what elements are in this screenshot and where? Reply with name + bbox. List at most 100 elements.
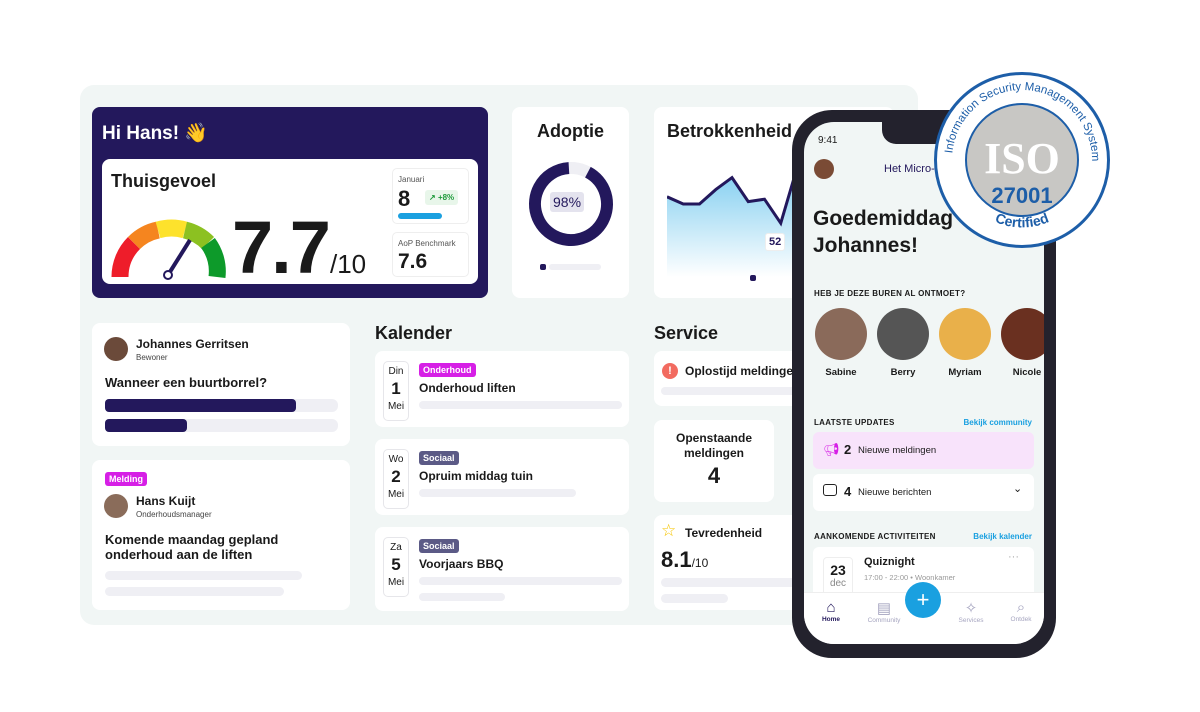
poll-option-1[interactable] bbox=[105, 399, 338, 412]
nav-label: Home bbox=[821, 616, 841, 623]
event-day: Din bbox=[388, 366, 404, 377]
update-berichten[interactable]: 4 Nieuwe berichten ⌄ bbox=[813, 474, 1034, 511]
arrow-up-right-icon: ↗ bbox=[429, 193, 438, 202]
thuisgevoel-title: Thuisgevoel bbox=[111, 171, 217, 191]
update-label: Nieuwe meldingen bbox=[858, 445, 937, 456]
event-day: Za bbox=[390, 542, 402, 553]
openstaande-value: 4 bbox=[707, 463, 721, 488]
poll-card: Johannes Gerritsen Bewoner Wanneer een b… bbox=[92, 323, 350, 446]
event-tag: Sociaal bbox=[419, 451, 459, 465]
activity-time: 17:00 - 22:00 • Woonkamer bbox=[864, 573, 956, 582]
event-title: Onderhoud liften bbox=[419, 381, 516, 395]
event-title: Opruim middag tuin bbox=[419, 469, 533, 483]
event-month: Mei bbox=[387, 489, 405, 500]
nav-community[interactable]: ▤ Community bbox=[862, 599, 906, 624]
melding-tag: Melding bbox=[105, 472, 147, 486]
neighbour-name[interactable]: Nicole bbox=[995, 367, 1044, 378]
more-icon[interactable]: ··· bbox=[1008, 551, 1019, 563]
nav-ontdek[interactable]: ⌕ Ontdek bbox=[1004, 599, 1038, 623]
kalender-title: Kalender bbox=[375, 323, 453, 343]
nav-services[interactable]: ✧ Services bbox=[954, 599, 988, 624]
neighbour-name[interactable]: Myriam bbox=[933, 367, 997, 378]
star-icon: ☆ bbox=[661, 521, 677, 540]
event-date-number: 2 bbox=[391, 467, 401, 486]
neighbour-avatar[interactable] bbox=[939, 308, 991, 360]
bekijk-community-link[interactable]: Bekijk community bbox=[964, 418, 1032, 427]
activity-title: Quiznight bbox=[864, 556, 915, 568]
nav-home[interactable]: ⌂ Home bbox=[814, 599, 848, 623]
engagement-chart bbox=[667, 167, 799, 277]
update-count: 4 bbox=[844, 484, 852, 499]
nav-label: Community bbox=[867, 617, 901, 624]
adoptie-title: Adoptie bbox=[537, 121, 604, 141]
neighbour-avatar[interactable] bbox=[815, 308, 867, 360]
calendar-event[interactable]: Din 1 Mei Onderhoud Onderhoud liften bbox=[375, 351, 629, 427]
pager-dot bbox=[750, 275, 756, 281]
event-date: Wo 2 Mei bbox=[383, 449, 409, 509]
profile-avatar[interactable] bbox=[814, 159, 834, 179]
event-date: Za 5 Mei bbox=[383, 537, 409, 597]
event-month: Mei bbox=[387, 401, 405, 412]
poll-author: Johannes Gerritsen bbox=[136, 337, 249, 351]
month-label: Januari bbox=[398, 175, 425, 184]
calendar-event[interactable]: Wo 2 Mei Sociaal Opruim middag tuin bbox=[375, 439, 629, 515]
chevron-down-icon[interactable]: ⌄ bbox=[1013, 482, 1022, 495]
iso-mark: ISO bbox=[984, 134, 1060, 183]
placeholder-line bbox=[419, 401, 622, 409]
event-day: Wo bbox=[388, 454, 404, 465]
update-label: Nieuwe berichten bbox=[858, 487, 932, 498]
calendar-event[interactable]: Za 5 Mei Sociaal Voorjaars BBQ bbox=[375, 527, 629, 611]
alert-icon: ! bbox=[662, 363, 678, 379]
placeholder-line bbox=[419, 489, 576, 497]
poll-option-2[interactable] bbox=[105, 419, 338, 432]
iso-27001-seal: Information Security Management System I… bbox=[934, 72, 1110, 248]
tevredenheid-scale: /10 bbox=[691, 556, 709, 570]
event-date-number: 1 bbox=[391, 379, 401, 398]
add-button[interactable]: + bbox=[905, 582, 941, 618]
betrokkenheid-title: Betrokkenheid bbox=[667, 121, 793, 141]
month-card: Januari 8 ↗ +8% bbox=[392, 168, 469, 224]
melding-message: Komende maandag gepland onderhoud aan de… bbox=[105, 532, 279, 562]
activity-month: dec bbox=[829, 578, 847, 589]
neighbour-avatar[interactable] bbox=[877, 308, 929, 360]
neighbours-title: HEB JE DEZE BUREN AL ONTMOET? bbox=[814, 289, 966, 298]
openstaande-card: Openstaande meldingen 4 bbox=[654, 420, 774, 502]
community-icon: ▤ bbox=[876, 600, 892, 617]
tevredenheid-label: Tevredenheid bbox=[685, 526, 763, 540]
adoptie-value: 98% bbox=[550, 192, 585, 212]
placeholder-line bbox=[419, 593, 505, 601]
megaphone-icon: 📢︎ bbox=[823, 442, 840, 457]
nav-label: Services bbox=[958, 617, 984, 624]
neighbour-name[interactable]: Sabine bbox=[809, 367, 873, 378]
welcome-card: Hi Hans! 👋 Thuisgevoel 7.7 /10 Januari 8… bbox=[92, 107, 488, 298]
search-icon: ⌕ bbox=[1016, 599, 1026, 616]
placeholder-line bbox=[661, 594, 728, 603]
pager-track bbox=[549, 264, 601, 270]
month-value: 8 bbox=[398, 186, 411, 211]
neighbour-name[interactable]: Berry bbox=[871, 367, 935, 378]
update-meldingen[interactable]: 📢︎ 2 Nieuwe meldingen bbox=[813, 432, 1034, 469]
services-icon: ✧ bbox=[964, 600, 978, 617]
benchmark-label: AoP Benchmark bbox=[398, 239, 456, 248]
poll-question: Wanneer een buurtborrel? bbox=[105, 375, 268, 390]
melding-card: Melding Hans Kuijt Onderhoudsmanager Kom… bbox=[92, 460, 350, 610]
adoptie-card: Adoptie 98% bbox=[512, 107, 629, 298]
placeholder-line bbox=[105, 587, 284, 596]
tevredenheid-value: 8.1 bbox=[661, 547, 692, 572]
gauge-needle bbox=[166, 238, 192, 277]
thuisgevoel-card: Thuisgevoel 7.7 /10 Januari 8 ↗ +8% AoP … bbox=[102, 159, 478, 289]
change-value: +8% bbox=[437, 193, 455, 202]
chart-area bbox=[667, 168, 797, 277]
avatar bbox=[104, 494, 128, 518]
bekijk-kalender-link[interactable]: Bekijk kalender bbox=[973, 532, 1032, 541]
neighbour-avatar[interactable] bbox=[1001, 308, 1044, 360]
change-badge: ↗ +8% bbox=[425, 190, 459, 205]
status-time: 9:41 bbox=[818, 135, 838, 146]
org-name: Het Micro- bbox=[884, 163, 935, 175]
home-icon: ⌂ bbox=[826, 599, 836, 616]
event-date-number: 5 bbox=[391, 555, 401, 574]
poll-role: Bewoner bbox=[136, 353, 168, 362]
melding-author: Hans Kuijt bbox=[136, 494, 196, 508]
openstaande-label: Openstaande meldingen bbox=[675, 431, 753, 460]
oplostijd-label: Oplostijd meldingen bbox=[685, 364, 801, 378]
